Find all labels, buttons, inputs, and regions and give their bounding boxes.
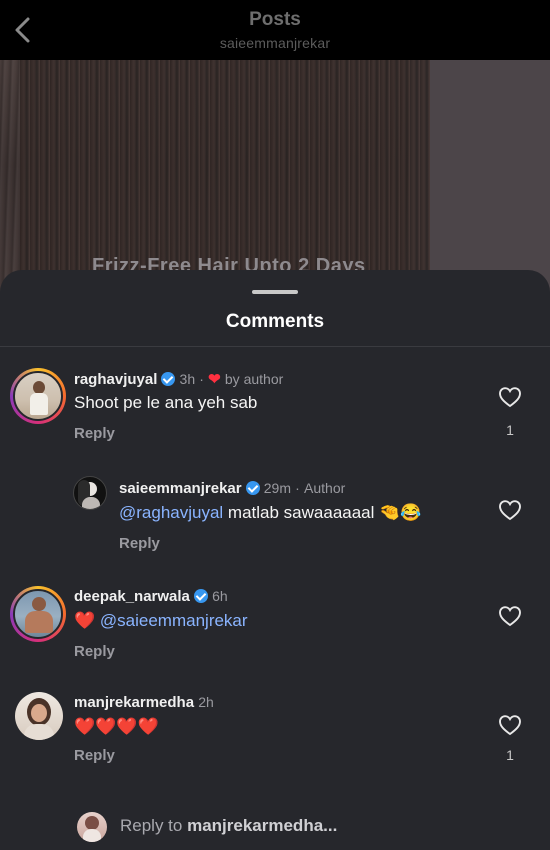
comment-username[interactable]: saieemmanjrekar <box>119 480 242 497</box>
divider <box>0 346 550 347</box>
reply-button[interactable]: Reply <box>74 643 115 660</box>
page-title: Posts <box>249 9 301 30</box>
author-label: Author <box>304 480 346 496</box>
reply-button[interactable]: Reply <box>74 425 115 442</box>
like-heart-icon[interactable] <box>498 386 522 408</box>
comment-text: ❤️❤️❤️❤️ <box>74 717 159 736</box>
comment-item: deepak_narwala 6h ❤️ @saieemmanjrekar Re… <box>0 582 550 678</box>
like-heart-icon[interactable] <box>498 714 522 736</box>
like-count: 1 <box>506 747 514 763</box>
comments-sheet: Comments raghavjuyal 3h · ❤ by author Sh… <box>0 270 550 850</box>
avatar[interactable] <box>73 476 107 510</box>
mention-link[interactable]: @raghavjuyal <box>119 503 223 522</box>
comment-username[interactable]: manjrekarmedha <box>74 694 194 711</box>
comment-username[interactable]: deepak_narwala <box>74 588 190 605</box>
comment-item: raghavjuyal 3h · ❤ by author Shoot pe le… <box>0 362 550 462</box>
comment-time: 6h <box>212 588 228 604</box>
like-count: 1 <box>506 422 514 438</box>
reply-input-placeholder[interactable]: Reply to manjrekarmedha... <box>120 816 337 836</box>
verified-badge-icon <box>161 372 176 386</box>
heart-icon: ❤ <box>208 371 221 388</box>
reply-input-bar[interactable]: Reply to manjrekarmedha... <box>0 790 550 850</box>
mention-link[interactable]: @saieemmanjrekar <box>100 611 248 630</box>
reply-button[interactable]: Reply <box>74 747 115 764</box>
avatar[interactable] <box>15 692 63 740</box>
comment-text: matlab sawaaaaaal 🤏😂 <box>223 503 422 522</box>
comment-time: 3h <box>179 371 196 387</box>
comment-item: manjrekarmedha 2h ❤️❤️❤️❤️ Reply 1 <box>0 690 550 786</box>
liked-by-author-label: by author <box>224 371 284 387</box>
verified-badge-icon <box>245 481 260 495</box>
avatar[interactable] <box>10 368 66 424</box>
comment-item: saieemmanjrekar 29m · Author @raghavjuya… <box>0 474 550 570</box>
like-heart-icon[interactable] <box>498 605 522 627</box>
drag-handle[interactable] <box>252 290 298 294</box>
top-bar: Posts saieemmanjrekar <box>0 0 550 60</box>
sheet-title: Comments <box>225 311 325 332</box>
page-subtitle: saieemmanjrekar <box>219 35 331 51</box>
avatar[interactable] <box>10 586 66 642</box>
like-heart-icon[interactable] <box>498 499 522 521</box>
comment-text: Shoot pe le ana yeh sab <box>74 393 258 412</box>
avatar <box>77 812 107 842</box>
comment-time: 2h <box>198 694 214 710</box>
comment-time: 29m <box>263 480 291 496</box>
verified-badge-icon <box>193 589 208 603</box>
reply-button[interactable]: Reply <box>119 535 160 552</box>
comment-username[interactable]: raghavjuyal <box>74 371 157 388</box>
heart-emoji: ❤️ <box>74 611 96 630</box>
